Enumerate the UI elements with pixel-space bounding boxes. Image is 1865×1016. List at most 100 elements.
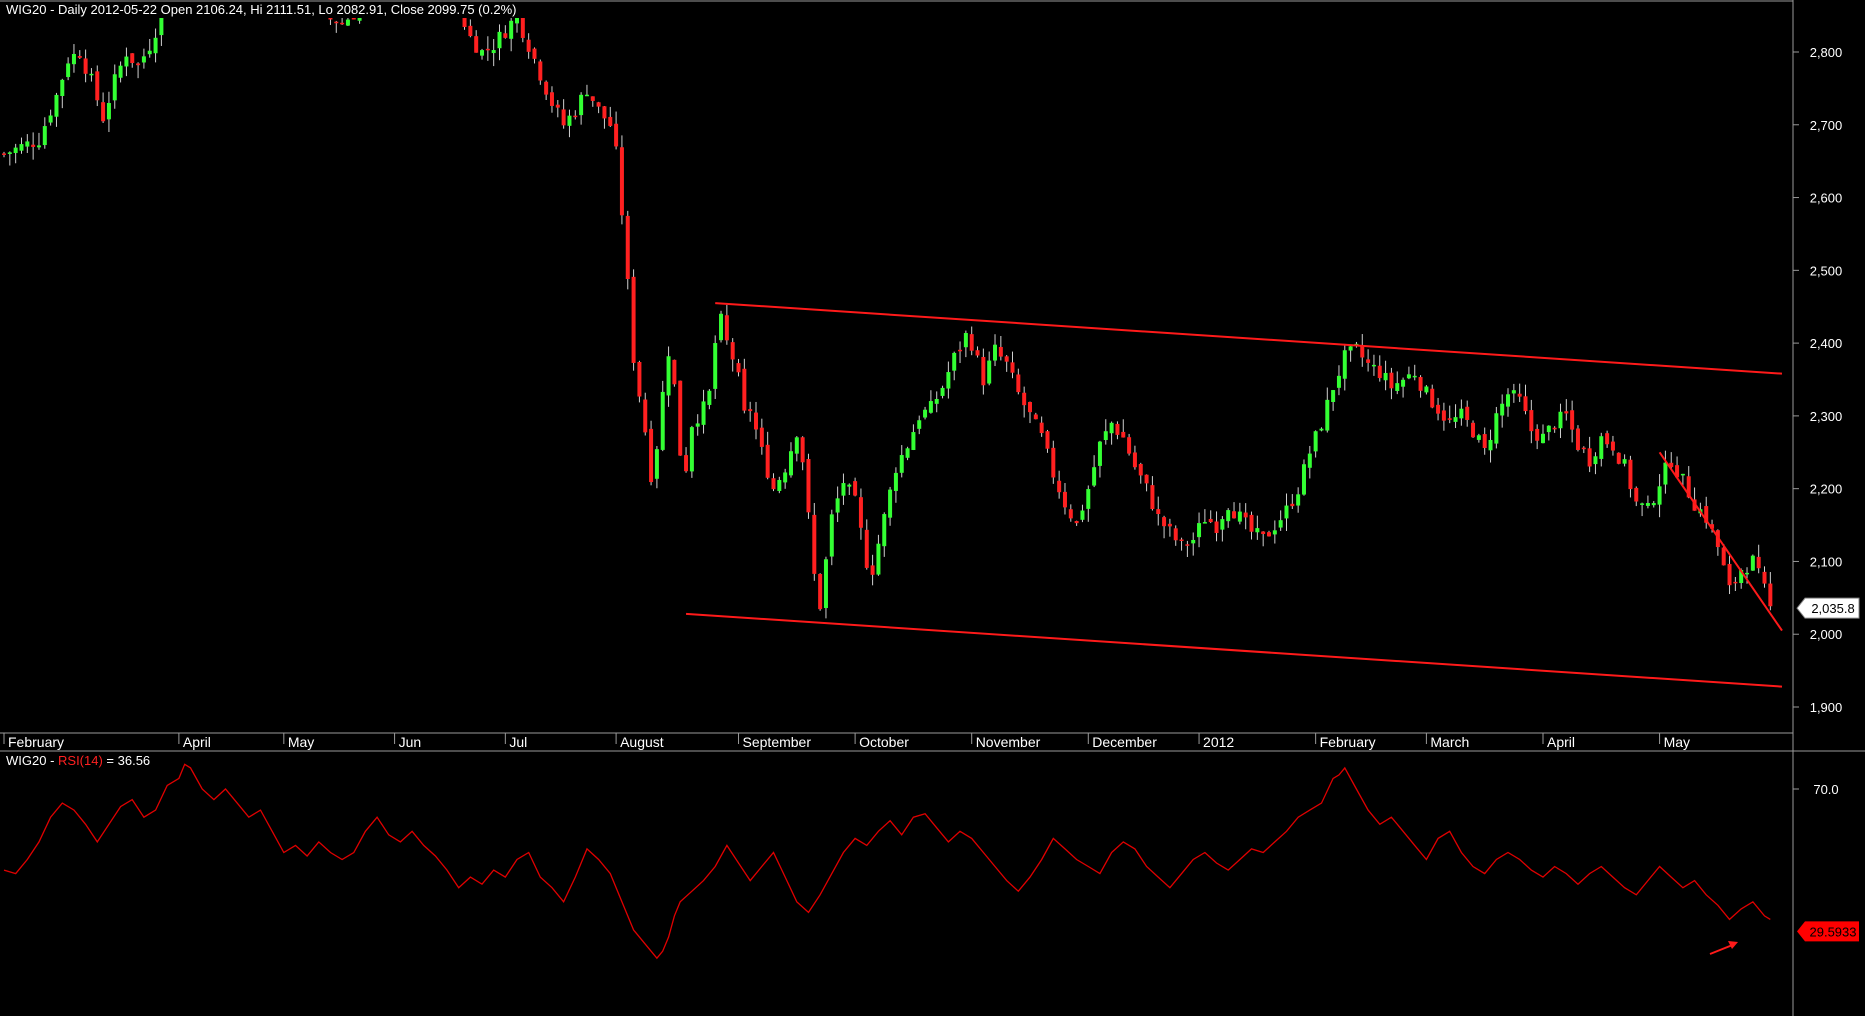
candle-down — [736, 363, 741, 373]
candle-up — [357, 18, 362, 21]
candle-up — [1395, 383, 1400, 391]
candle-up — [963, 333, 968, 348]
candle-up — [1488, 439, 1493, 451]
candle-up — [480, 50, 485, 56]
candle-up — [7, 152, 12, 154]
rsi-arrow-head — [1728, 941, 1738, 949]
candle-up — [1237, 511, 1242, 522]
candle-down — [1022, 392, 1027, 406]
candle-up — [1086, 489, 1091, 509]
candle-down — [351, 18, 356, 20]
price-tick-label: 2,600 — [1810, 191, 1843, 206]
candle-down — [1482, 434, 1487, 448]
candle-down — [1039, 422, 1044, 434]
candle-up — [829, 514, 834, 557]
candle-down — [754, 412, 759, 430]
candle-up — [946, 372, 951, 389]
candle-up — [1220, 519, 1225, 530]
candle-down — [1465, 406, 1470, 420]
candle-down — [590, 96, 595, 101]
candle-up — [1406, 374, 1411, 379]
candle-down — [1564, 411, 1569, 414]
candle-up — [893, 472, 898, 491]
rsi-last-value-label: 29.5933 — [1810, 924, 1857, 939]
candle-down — [549, 92, 554, 106]
candle-down — [83, 58, 88, 74]
candle-down — [1138, 464, 1143, 476]
candle-down — [485, 48, 490, 51]
candle-up — [1278, 520, 1283, 528]
candle-up — [1202, 522, 1207, 524]
candle-down — [555, 104, 560, 108]
candle-up — [1476, 435, 1481, 440]
candle-down — [1068, 509, 1073, 519]
candle-down — [573, 115, 578, 118]
candle-up — [106, 102, 111, 120]
candle-up — [1296, 494, 1301, 506]
candle-down — [742, 368, 747, 411]
month-label: November — [976, 734, 1041, 750]
candle-up — [1103, 431, 1108, 441]
candle-down — [1436, 404, 1441, 414]
candle-down — [334, 21, 339, 24]
candle-down — [2, 153, 6, 155]
candle-up — [1540, 433, 1545, 444]
candle-up — [940, 387, 945, 396]
candle-up — [713, 343, 718, 389]
candle-down — [1575, 428, 1580, 450]
candle-down — [1517, 393, 1522, 397]
candle-up — [1331, 390, 1336, 402]
candle-down — [1418, 377, 1423, 391]
candle-down — [101, 102, 106, 122]
candle-up — [1319, 428, 1324, 431]
month-label: February — [8, 734, 64, 750]
candle-up — [888, 489, 893, 518]
candle-down — [1057, 480, 1062, 493]
candle-up — [491, 50, 496, 54]
candle-down — [1208, 518, 1213, 523]
candle-down — [1074, 520, 1079, 524]
candle-up — [1348, 346, 1353, 351]
candle-up — [54, 94, 59, 117]
candle-down — [1377, 365, 1382, 379]
candle-up — [1313, 431, 1318, 452]
candle-up — [1197, 523, 1202, 538]
candle-down — [561, 109, 566, 126]
candle-down — [1587, 448, 1592, 467]
candle-up — [1750, 555, 1755, 571]
candle-up — [1109, 422, 1114, 434]
rsi-tick-label: 70.0 — [1813, 782, 1838, 797]
candle-down — [730, 342, 735, 360]
candle-down — [596, 102, 601, 107]
month-label: October — [859, 734, 909, 750]
candle-down — [1634, 487, 1639, 502]
candle-down — [1366, 359, 1371, 363]
candle-down — [31, 144, 36, 147]
month-label: April — [183, 734, 211, 750]
candle-down — [503, 33, 508, 38]
candle-up — [917, 420, 922, 429]
candle-down — [328, 18, 333, 20]
candle-down — [1214, 521, 1219, 533]
candle-down — [602, 106, 607, 119]
candle-down — [608, 116, 613, 126]
candle-up — [1301, 464, 1306, 495]
candle-up — [112, 74, 117, 101]
candle-down — [1045, 431, 1050, 449]
candle-up — [1500, 403, 1505, 416]
candle-up — [666, 356, 671, 396]
candle-down — [1535, 428, 1540, 441]
candle-down — [1628, 459, 1633, 490]
price-tick-label: 2,200 — [1810, 482, 1843, 497]
candle-up — [584, 94, 589, 97]
month-label: May — [288, 734, 314, 750]
candle-down — [1016, 374, 1021, 393]
candle-up — [1226, 510, 1231, 522]
candle-up — [141, 56, 146, 63]
candle-up — [847, 484, 852, 487]
candle-up — [1401, 379, 1406, 387]
candle-up — [345, 19, 350, 26]
candle-up — [1191, 539, 1196, 544]
candle-up — [923, 409, 928, 418]
candle-down — [800, 437, 805, 463]
